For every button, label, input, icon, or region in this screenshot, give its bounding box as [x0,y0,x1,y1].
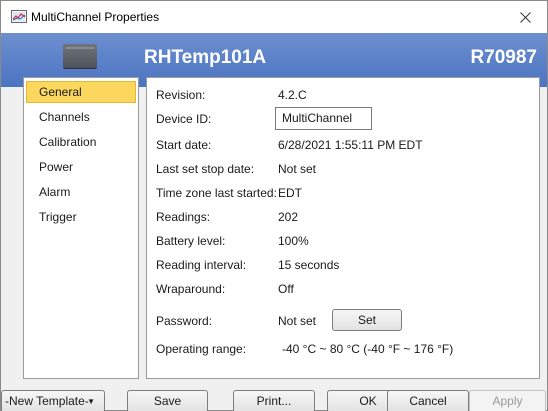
set-password-button[interactable]: Set [332,309,402,331]
template-dropdown-value: -New Template- [5,394,89,408]
operating-range-value: -40 °C ~ 80 °C (-40 °F ~ 176 °F) [282,342,454,356]
time-zone-label: Time zone last started: [156,186,277,200]
device-name: RHTemp101A [144,47,267,68]
revision-value: 4.2.C [278,88,307,102]
close-button[interactable] [503,1,547,33]
general-panel: Revision: 4.2.C Device ID: MultiChannel … [146,77,540,379]
sidebar-item-general[interactable]: General [26,81,136,103]
multichannel-app-icon [11,10,27,23]
revision-label: Revision: [156,88,206,102]
battery-level-label: Battery level: [156,234,226,248]
device-icon [63,44,97,68]
start-date-label: Start date: [156,138,212,152]
sidebar: General Channels Calibration Power Alarm… [23,77,139,379]
properties-window: MultiChannel Properties RHTemp101A R7098… [0,0,548,411]
password-value: Not set [278,314,317,328]
time-zone-value: EDT [278,186,302,200]
readings-label: Readings: [156,210,211,224]
start-date-value: 6/28/2021 1:55:11 PM EDT [278,138,423,152]
wraparound-label: Wraparound: [156,282,226,296]
reading-interval-value: 15 seconds [278,258,340,272]
device-id-label: Device ID: [156,112,212,126]
operating-range-label: Operating range: [156,342,247,356]
sidebar-item-calibration[interactable]: Calibration [26,131,136,153]
last-stop-date-label: Last set stop date: [156,162,255,176]
battery-level-value: 100% [278,234,309,248]
window-title: MultiChannel Properties [31,10,160,24]
title-bar: MultiChannel Properties [1,1,547,33]
reading-interval-label: Reading interval: [156,258,247,272]
cancel-button[interactable]: Cancel [387,390,469,411]
sidebar-item-trigger[interactable]: Trigger [26,206,136,228]
template-dropdown[interactable]: -New Template- ▼ [1,390,105,411]
device-id-field[interactable]: MultiChannel [275,107,372,130]
password-label: Password: [156,314,213,328]
save-button[interactable]: Save [127,390,208,411]
serial-number: R70987 [470,47,537,68]
apply-button[interactable]: Apply [469,390,546,411]
print-button[interactable]: Print... [233,390,315,411]
sidebar-item-alarm[interactable]: Alarm [26,181,136,203]
close-icon [519,11,531,23]
chevron-down-icon: ▼ [87,397,95,406]
sidebar-item-power[interactable]: Power [26,156,136,178]
readings-value: 202 [278,210,299,224]
sidebar-item-channels[interactable]: Channels [26,106,136,128]
last-stop-date-value: Not set [278,162,317,176]
wraparound-value: Off [278,282,294,296]
